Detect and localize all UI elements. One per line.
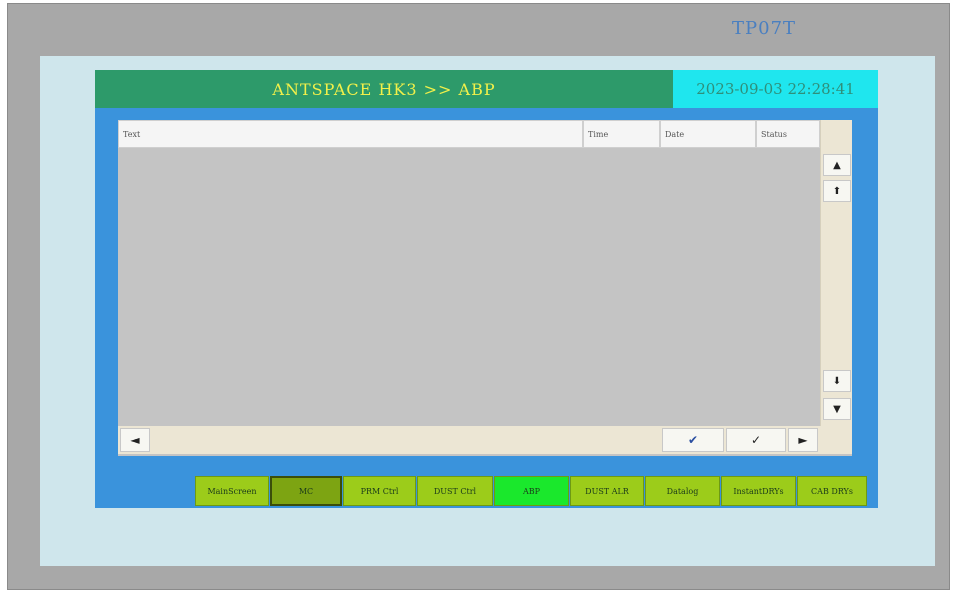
acknowledge-all-icon[interactable]: ✔ bbox=[662, 428, 724, 452]
scroll-right-icon[interactable]: ► bbox=[788, 428, 818, 452]
nav-button-dust-alr[interactable]: DUST ALR bbox=[570, 476, 644, 506]
datetime-display: 2023-09-03 22:28:41 bbox=[673, 70, 878, 108]
nav-button-cab-drys[interactable]: CAB DRYs bbox=[797, 476, 867, 506]
column-header-date[interactable]: Date bbox=[660, 120, 756, 148]
scroll-down-icon[interactable]: ▼ bbox=[823, 398, 851, 420]
column-header-text[interactable]: Text bbox=[118, 120, 583, 148]
scroll-up-icon[interactable]: ▲ bbox=[823, 154, 851, 176]
column-header-status[interactable]: Status bbox=[756, 120, 820, 148]
alarm-table-header: Text Time Date Status bbox=[118, 120, 820, 148]
nav-button-instantdrys[interactable]: InstantDRYs bbox=[721, 476, 796, 506]
nav-button-dust-ctrl[interactable]: DUST Ctrl bbox=[417, 476, 493, 506]
acknowledge-icon[interactable]: ✓ bbox=[726, 428, 786, 452]
nav-button-datalog[interactable]: Datalog bbox=[645, 476, 720, 506]
nav-bar: MainScreen MC PRM Ctrl DUST Ctrl ABP DUS… bbox=[195, 476, 868, 506]
alarm-view[interactable] bbox=[118, 120, 852, 456]
vertical-scrollbar[interactable]: ▲ ⬆ ⬇ ▼ bbox=[820, 120, 852, 426]
page-down-icon[interactable]: ⬇ bbox=[823, 370, 851, 392]
nav-button-prm-ctrl[interactable]: PRM Ctrl bbox=[343, 476, 416, 506]
nav-button-mc[interactable]: MC bbox=[270, 476, 342, 506]
nav-button-abp[interactable]: ABP bbox=[494, 476, 569, 506]
page-up-icon[interactable]: ⬆ bbox=[823, 180, 851, 202]
column-header-time[interactable]: Time bbox=[583, 120, 660, 148]
horizontal-scrollbar[interactable]: ◄ ✔ ✓ ► bbox=[118, 426, 852, 454]
nav-button-mainscreen[interactable]: MainScreen bbox=[195, 476, 269, 506]
model-label: TP07T bbox=[732, 18, 797, 39]
scroll-left-icon[interactable]: ◄ bbox=[120, 428, 150, 452]
page-title: ANTSPACE HK3 >> ABP bbox=[95, 70, 673, 108]
